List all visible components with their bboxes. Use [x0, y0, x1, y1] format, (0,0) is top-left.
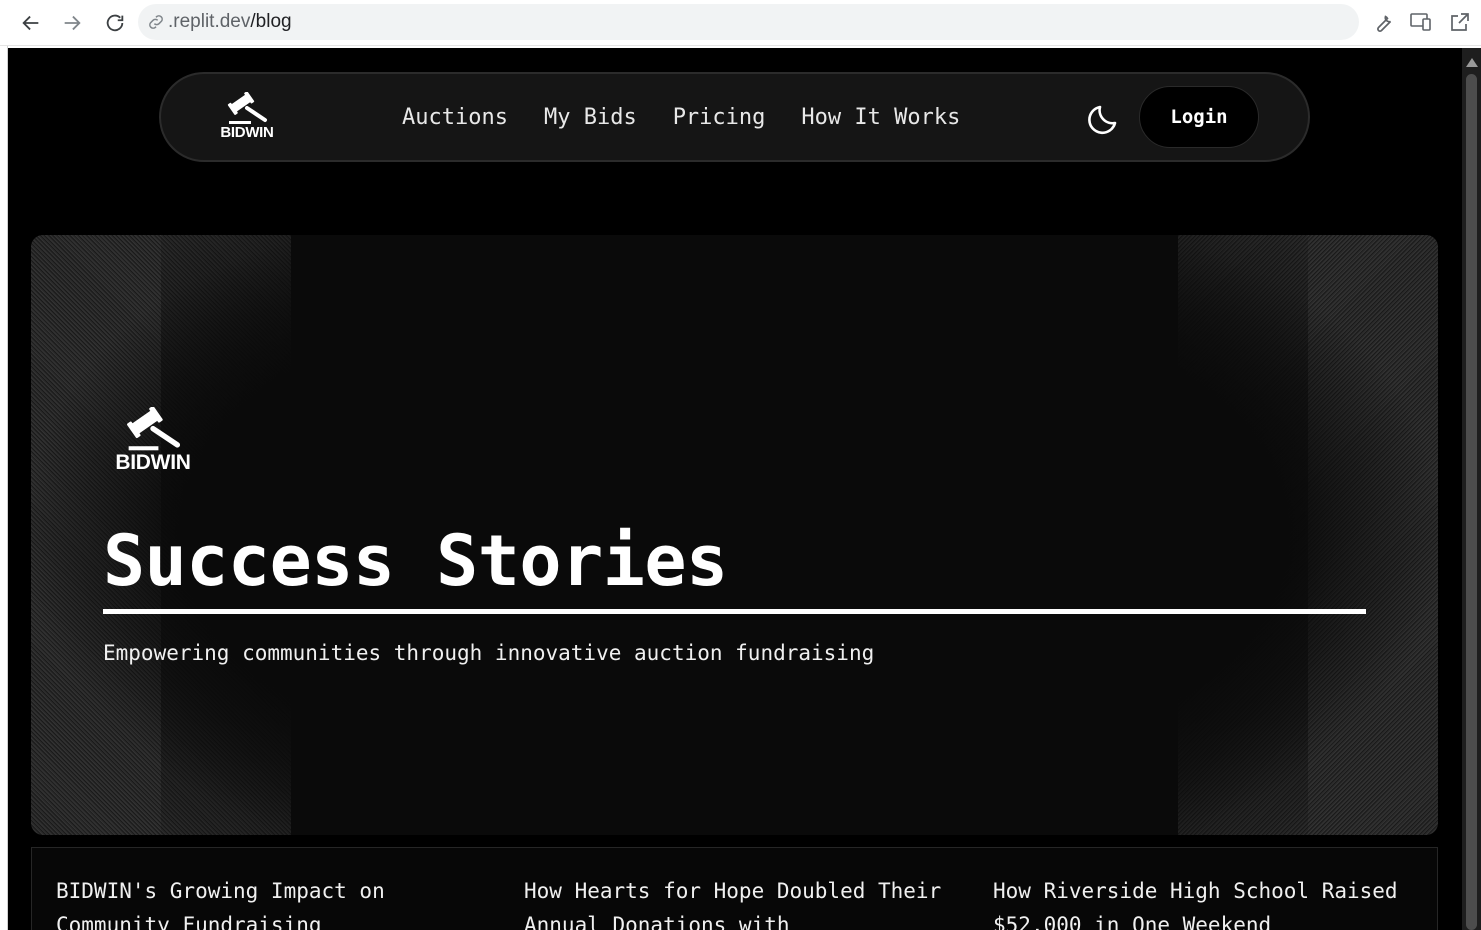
- gavel-icon: [227, 92, 267, 124]
- page-subtitle: Empowering communities through innovativ…: [103, 641, 875, 665]
- title-underline: [103, 609, 1366, 614]
- window-edge: [0, 46, 8, 930]
- posts-grid: BIDWIN's Growing Impact on Community Fun…: [31, 847, 1438, 930]
- post-title[interactable]: BIDWIN's Growing Impact on Community Fun…: [56, 874, 476, 930]
- open-new-tab-button[interactable]: [1448, 10, 1474, 36]
- post-title[interactable]: How Riverside High School Raised $52,000…: [993, 874, 1413, 930]
- gavel-icon: [127, 407, 181, 451]
- device-preview-button[interactable]: [1409, 10, 1435, 36]
- forward-button[interactable]: [57, 8, 87, 38]
- address-bar[interactable]: .replit.dev/blog: [138, 4, 1359, 40]
- arrow-left-icon: [22, 15, 39, 31]
- link-icon: [149, 15, 163, 29]
- back-button[interactable]: [16, 8, 46, 38]
- nav-my-bids[interactable]: My Bids: [544, 100, 637, 136]
- login-button[interactable]: Login: [1139, 86, 1259, 148]
- devtools-button[interactable]: [1371, 10, 1397, 36]
- devices-icon: [1410, 13, 1431, 31]
- post-title[interactable]: How Hearts for Hope Doubled Their Annual…: [524, 874, 944, 930]
- nav-pricing[interactable]: Pricing: [673, 100, 766, 136]
- nav-auctions[interactable]: Auctions: [402, 100, 508, 136]
- reload-button[interactable]: [100, 8, 130, 38]
- main-nav: Auctions My Bids Pricing How It Works: [402, 100, 996, 136]
- scroll-thumb[interactable]: [1466, 74, 1477, 930]
- url-path: /blog: [250, 11, 292, 32]
- post-card[interactable]: How Riverside High School Raised $52,000…: [993, 874, 1413, 930]
- wrench-icon: [1377, 15, 1392, 32]
- post-card[interactable]: BIDWIN's Growing Impact on Community Fun…: [56, 874, 476, 930]
- page-viewport: BIDWIN Auctions My Bids Pricing How It W…: [8, 48, 1462, 930]
- scroll-up-arrow[interactable]: [1466, 58, 1478, 67]
- nav-how-it-works[interactable]: How It Works: [801, 100, 960, 136]
- site-logo[interactable]: BIDWIN: [217, 92, 277, 146]
- hero-logo: BIDWIN: [113, 407, 193, 479]
- logo-text: BIDWIN: [220, 124, 274, 141]
- theme-toggle-button[interactable]: [1085, 98, 1125, 138]
- page-scrollbar[interactable]: [1462, 48, 1481, 930]
- hero-logo-text: BIDWIN: [115, 451, 191, 474]
- browser-toolbar: .replit.dev/blog: [0, 0, 1481, 46]
- external-link-icon: [1451, 13, 1469, 31]
- site-header: BIDWIN Auctions My Bids Pricing How It W…: [159, 72, 1310, 162]
- arrow-right-icon: [64, 15, 81, 31]
- url-host: .replit.dev: [168, 11, 251, 32]
- reload-icon: [106, 14, 124, 32]
- moon-icon: [1088, 105, 1117, 135]
- page-title: Success Stories: [103, 520, 728, 602]
- post-card[interactable]: How Hearts for Hope Doubled Their Annual…: [524, 874, 944, 930]
- hero-section: BIDWIN Success Stories Empowering commun…: [31, 235, 1438, 835]
